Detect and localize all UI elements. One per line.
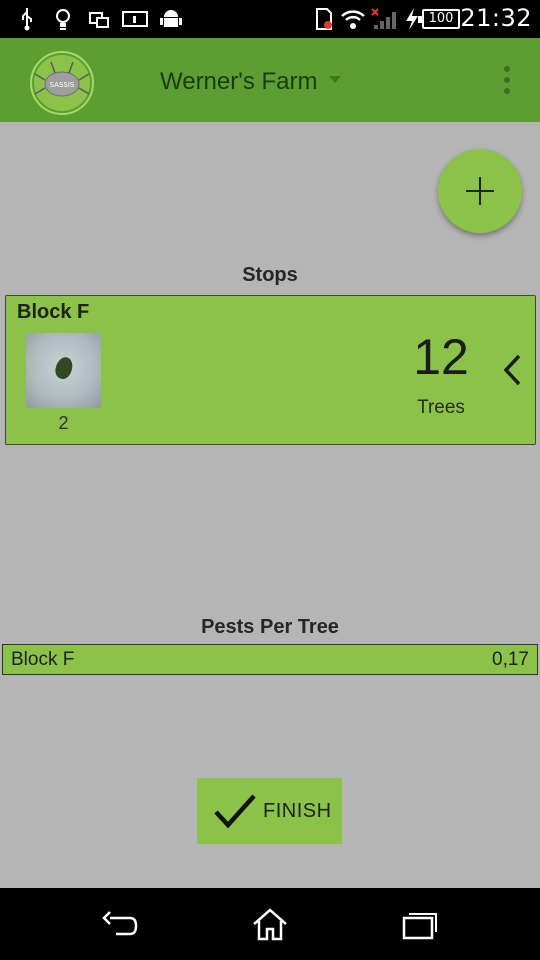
stop-name: Block F [17,301,90,323]
screens-icon [89,12,109,28]
clock: 21:32 [460,4,532,32]
pest-image [52,355,76,381]
logo-text: SASSIS [50,81,75,89]
pests-per-tree-row: Block F 0,17 [2,644,538,675]
stops-heading: Stops [242,264,298,286]
ppt-value: 0,17 [492,649,529,670]
chevron-left-icon[interactable] [500,353,524,387]
pest-photo[interactable] [26,333,101,408]
wifi-icon [341,10,365,29]
usb-icon [22,8,32,31]
home-icon[interactable] [250,906,290,942]
farm-selector[interactable]: Werner's Farm [160,68,318,96]
checkmark-icon [214,794,256,829]
info-icon [122,11,148,27]
action-bar: SASSIS Werner's Farm [0,38,540,122]
sim-icon [316,8,332,30]
finish-button[interactable]: FINISH [197,778,342,844]
overflow-menu-icon[interactable] [496,64,518,96]
navigation-bar [0,888,540,960]
app-logo[interactable]: SASSIS [25,50,99,116]
dropdown-caret-icon[interactable] [329,76,341,83]
android-icon [160,10,182,27]
signal-icon [371,8,396,29]
status-bar: 100 21:32 [0,0,540,38]
finish-label: FINISH [263,800,332,822]
pests-per-tree-heading: Pests Per Tree [201,616,339,638]
ppt-block-name: Block F [11,649,75,670]
tree-label: Trees [417,397,465,418]
battery-indicator: 100 [418,9,460,29]
stop-card[interactable]: Block F 2 12 Trees [5,295,536,445]
add-stop-button[interactable] [438,149,522,233]
back-icon[interactable] [100,906,140,942]
bulb-icon [56,9,70,30]
tree-count: 12 [413,329,469,385]
recent-apps-icon[interactable] [400,906,440,942]
photo-count: 2 [58,413,69,433]
